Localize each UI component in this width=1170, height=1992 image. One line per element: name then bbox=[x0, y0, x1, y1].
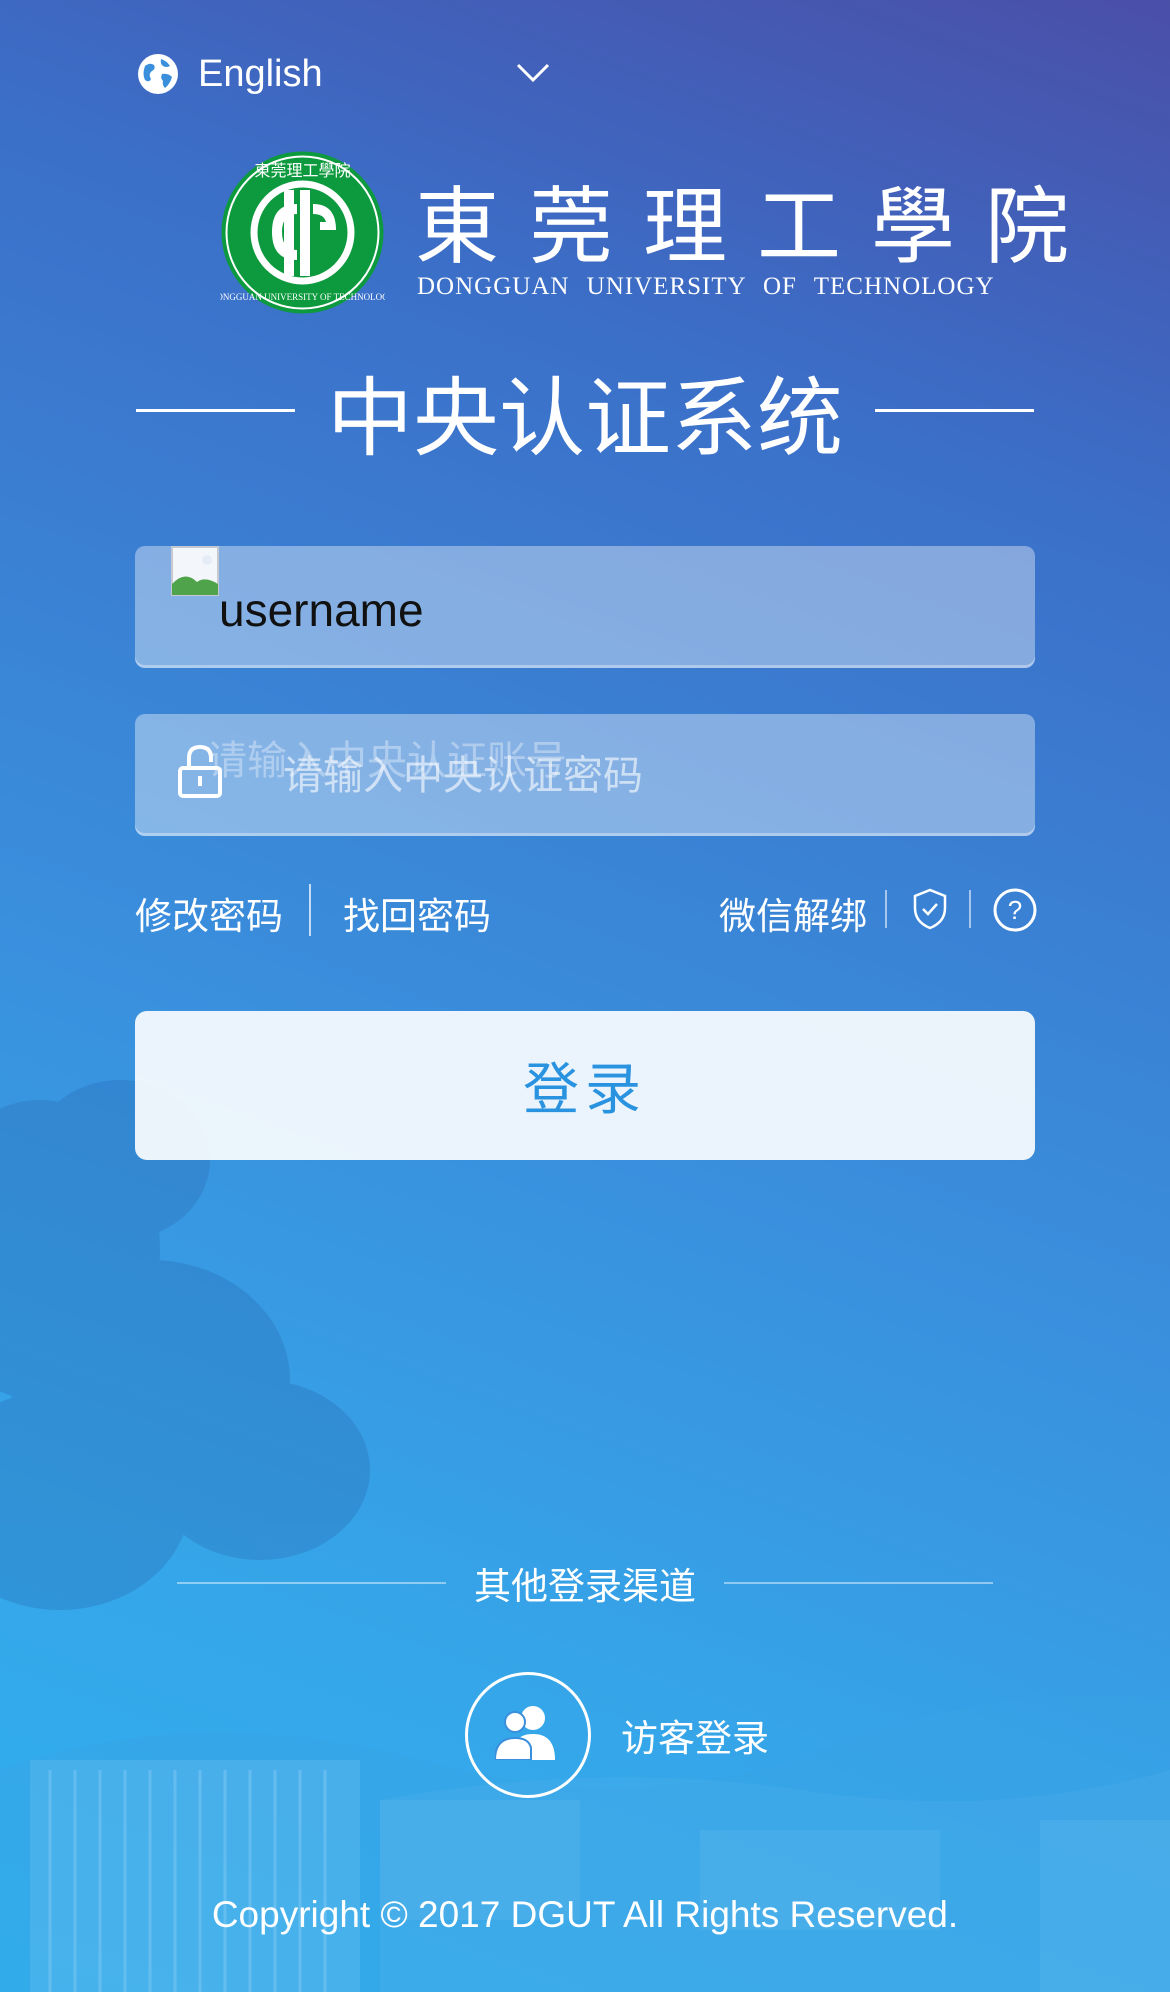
system-title-text: 中央认证系统 bbox=[327, 370, 843, 467]
link-separator bbox=[885, 890, 887, 928]
guest-login-button[interactable]: 访客登录 bbox=[465, 1672, 785, 1800]
school-name-cn: 東莞理工學院 bbox=[415, 182, 1100, 275]
other-login-line-right bbox=[724, 1582, 993, 1584]
link-separator bbox=[969, 890, 971, 928]
seal-top-text: 東莞理工學院 bbox=[254, 162, 350, 180]
title-divider-right bbox=[875, 408, 1034, 412]
university-logo: 東莞理工學院 DONGGUAN UNIVERSITY OF TECHNOLOGY… bbox=[220, 150, 1069, 320]
other-login-line-left bbox=[177, 1582, 446, 1584]
university-seal-icon: 東莞理工學院 DONGGUAN UNIVERSITY OF TECHNOLOGY bbox=[220, 151, 385, 314]
recover-password-link[interactable]: 找回密码 bbox=[343, 886, 491, 940]
copyright-text: Copyright © 2017 DGUT All Rights Reserve… bbox=[211, 1894, 959, 1935]
login-button[interactable]: 登录 bbox=[135, 1011, 1035, 1160]
chevron-down-icon bbox=[516, 63, 550, 83]
shield-check-icon[interactable] bbox=[913, 888, 947, 930]
other-login-title: 其他登录渠道 bbox=[474, 1566, 696, 1607]
system-title: 中央认证系统 bbox=[136, 355, 1034, 467]
language-selector[interactable]: English bbox=[136, 48, 550, 100]
account-links: 修改密码 找回密码 微信解绑 ? bbox=[135, 880, 1037, 940]
svg-text:?: ? bbox=[1008, 895, 1022, 925]
seal-bottom-text: DONGGUAN UNIVERSITY OF TECHNOLOGY bbox=[220, 292, 385, 302]
change-password-link[interactable]: 修改密码 bbox=[135, 886, 283, 940]
password-field: 请输入中央认证账号 bbox=[135, 714, 1035, 836]
username-input[interactable] bbox=[135, 546, 1035, 668]
link-separator bbox=[309, 884, 311, 936]
wechat-unbind-link[interactable]: 微信解绑 bbox=[719, 886, 867, 940]
username-field bbox=[135, 546, 1035, 668]
globe-icon bbox=[138, 54, 178, 94]
users-icon bbox=[495, 1706, 555, 1760]
title-divider-left bbox=[136, 408, 295, 412]
help-circle-icon[interactable]: ? bbox=[993, 888, 1037, 932]
school-name-en: DONGGUAN UNIVERSITY OF TECHNOLOGY bbox=[417, 273, 995, 300]
guest-login-label: 访客登录 bbox=[621, 1718, 769, 1759]
other-login-divider: 其他登录渠道 bbox=[177, 1555, 993, 1611]
language-label: English bbox=[198, 52, 323, 95]
password-input[interactable] bbox=[135, 714, 1035, 836]
